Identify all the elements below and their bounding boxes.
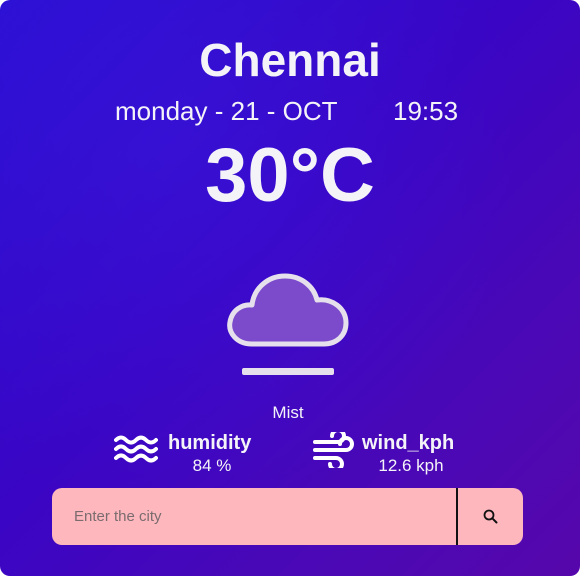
search-button[interactable] <box>458 488 523 545</box>
city-name: Chennai <box>199 34 381 86</box>
wind-value: 12.6 kph <box>378 456 444 475</box>
humidity-label: humidity <box>168 432 252 454</box>
humidity-value: 84 % <box>192 456 232 475</box>
current-date: monday - 21 - OCT <box>115 96 338 126</box>
current-time: 19:53 <box>393 96 459 126</box>
humidity-stat: humidity 84 % <box>114 430 264 476</box>
water-waves-icon <box>114 432 158 468</box>
wind-icon <box>312 428 356 472</box>
city-search-input[interactable] <box>52 488 456 545</box>
city-search-bar <box>52 488 523 545</box>
weather-card: Chennai monday - 21 - OCT 19:53 30°C Mis… <box>0 0 580 576</box>
wind-label: wind_kph <box>362 432 455 454</box>
weather-condition: Mist <box>272 403 304 422</box>
cloud-mist-icon <box>222 262 354 382</box>
temperature: 30°C <box>205 133 375 218</box>
wind-stat: wind_kph 12.6 kph <box>312 428 472 476</box>
